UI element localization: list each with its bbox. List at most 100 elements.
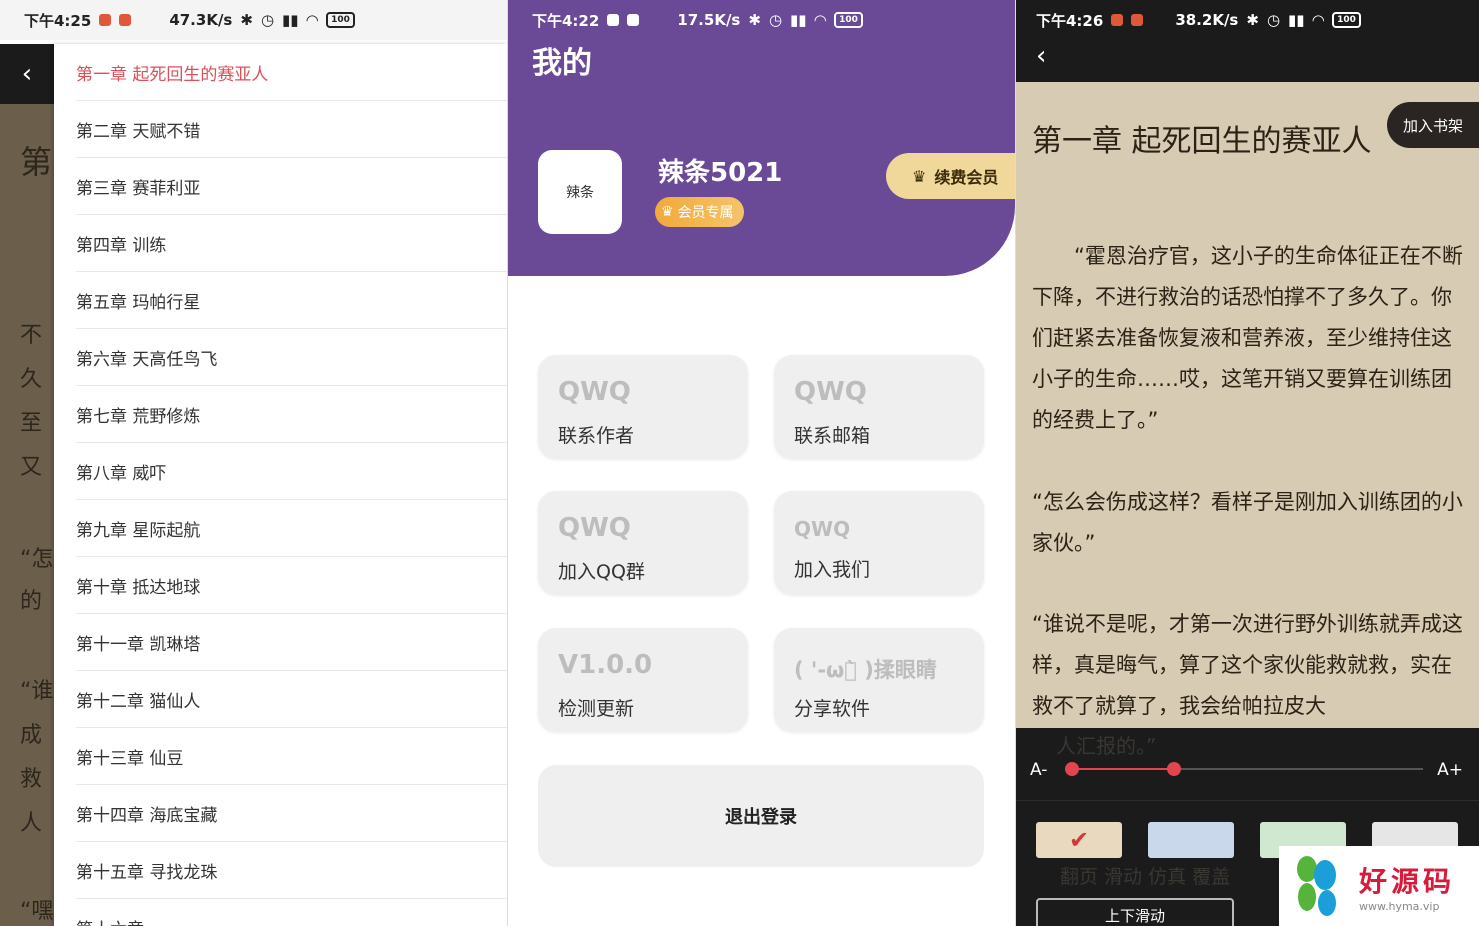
card-caption: ( '-ωก̀ )揉眼睛 bbox=[794, 658, 937, 682]
font-increase-button[interactable]: A+ bbox=[1437, 760, 1463, 780]
alarm-icon: ◷ bbox=[768, 11, 783, 29]
vip-badge-label: 会员专属 bbox=[677, 205, 734, 221]
chevron-left-icon: ‹ bbox=[21, 59, 33, 89]
signal-icon: ▮▮ bbox=[1288, 11, 1305, 29]
card-label: 加入我们 bbox=[794, 559, 871, 581]
join-us-card[interactable]: QWQ 加入我们 bbox=[774, 491, 984, 595]
vip-badge: ♛ 会员专属 bbox=[655, 197, 744, 227]
chapter-item[interactable]: 第四章 训练 bbox=[76, 215, 507, 272]
notification-icon bbox=[627, 14, 640, 26]
renew-label: 续费会员 bbox=[934, 168, 999, 187]
ghost-text: 成 bbox=[20, 723, 43, 748]
card-caption: QWQ bbox=[558, 377, 631, 407]
alarm-icon: ◷ bbox=[1266, 11, 1281, 29]
check-update-card[interactable]: V1.0.0 检测更新 bbox=[538, 628, 748, 732]
reader-background: ‹ 第 不 久 至 又 “怎 的 “谁 成 救 人 “嘿 bbox=[0, 44, 54, 926]
paragraph: “谁说不是呢，才第一次进行野外训练就弄成这样，真是晦气，算了这个家伙能救就救，实… bbox=[1032, 612, 1463, 718]
theme-swatch-blue[interactable] bbox=[1148, 822, 1234, 858]
chapter-item[interactable]: 第十三章 仙豆 bbox=[76, 728, 507, 785]
crown-icon: ♛ bbox=[661, 204, 674, 220]
card-label: 联系邮箱 bbox=[794, 425, 871, 447]
chapter-item[interactable]: 第十一章 凯琳塔 bbox=[76, 614, 507, 671]
chapter-item[interactable]: 第五章 玛帕行星 bbox=[76, 272, 507, 329]
slider-fill bbox=[1072, 768, 1174, 770]
back-button[interactable]: ‹ bbox=[1036, 41, 1046, 71]
paragraph: “怎么会伤成这样？看样子是刚加入训练团的小家伙。” bbox=[1032, 490, 1463, 555]
contact-author-card[interactable]: QWQ 联系作者 bbox=[538, 355, 748, 459]
watermark-brand: 好源码 bbox=[1359, 864, 1456, 898]
chapter-item[interactable]: 第九章 星际起航 bbox=[76, 500, 507, 557]
join-qq-group-card[interactable]: QWQ 加入QQ群 bbox=[538, 491, 748, 595]
net-speed: 47.3K/s bbox=[169, 11, 233, 29]
watermark-logo: 好源码 www.hyma.vip bbox=[1279, 846, 1479, 926]
check-icon: ✔ bbox=[1068, 826, 1090, 854]
card-label: 加入QQ群 bbox=[558, 561, 645, 583]
avatar[interactable]: 辣条 bbox=[538, 150, 622, 234]
share-app-card[interactable]: ( '-ωก̀ )揉眼睛 分享软件 bbox=[774, 628, 984, 732]
logout-button[interactable]: 退出登录 bbox=[538, 765, 984, 867]
battery-icon: 100 bbox=[834, 12, 863, 28]
divider bbox=[1016, 800, 1479, 801]
chapter-item-active[interactable]: 第一章 起死回生的赛亚人 bbox=[76, 44, 507, 101]
ghost-text: 至 bbox=[20, 411, 43, 436]
add-to-shelf-button[interactable]: 加入书架 bbox=[1387, 102, 1479, 148]
status-bar: 下午4:22 17.5K/s ✱ ◷ ▮▮ ◠ 100 bbox=[508, 0, 1015, 40]
card-label: 分享软件 bbox=[794, 698, 871, 720]
notification-icon bbox=[1111, 14, 1124, 26]
chapter-list: 第一章 起死回生的赛亚人 第二章 天赋不错 第三章 赛菲利亚 第四章 训练 第五章 玛帕… bbox=[54, 44, 507, 926]
font-decrease-button[interactable]: A- bbox=[1030, 760, 1047, 780]
status-time: 下午4:25 bbox=[24, 11, 92, 30]
chapter-item[interactable]: 第十二章 猫仙人 bbox=[76, 671, 507, 728]
battery-icon: 100 bbox=[326, 12, 355, 28]
chapter-item[interactable]: 第十五章 寻找龙珠 bbox=[76, 842, 507, 899]
chapter-title: 第一章 起死回生的赛亚人 bbox=[1032, 124, 1372, 159]
bluetooth-icon: ✱ bbox=[748, 11, 761, 29]
reading-page[interactable]: 第一章 起死回生的赛亚人 “霍恩治疗官，这小子的生命体征正在不断下降，不进行救治… bbox=[1016, 82, 1479, 728]
card-label: 联系作者 bbox=[558, 425, 635, 447]
username: 辣条5021 bbox=[658, 158, 783, 188]
bluetooth-icon: ✱ bbox=[1246, 11, 1259, 29]
chapter-item[interactable]: 第八章 威吓 bbox=[76, 443, 507, 500]
ghost-text: 人 bbox=[20, 811, 43, 836]
footprint-icon bbox=[1287, 853, 1349, 919]
chevron-left-icon: ‹ bbox=[1036, 41, 1047, 71]
ghost-text: 久 bbox=[20, 367, 43, 392]
net-speed: 17.5K/s bbox=[677, 11, 741, 29]
ghost-text: 的 bbox=[20, 589, 43, 614]
status-time: 下午4:22 bbox=[532, 11, 600, 30]
slider-knob[interactable] bbox=[1166, 762, 1181, 776]
signal-icon: ▮▮ bbox=[790, 11, 807, 29]
wifi-icon: ◠ bbox=[814, 11, 827, 29]
notification-icon bbox=[1131, 14, 1144, 26]
back-button[interactable]: ‹ bbox=[0, 44, 54, 104]
font-size-slider[interactable] bbox=[1065, 762, 1423, 776]
renew-membership-button[interactable]: ♛ 续费会员 bbox=[886, 153, 1015, 199]
scroll-mode-button[interactable]: 上下滑动 bbox=[1036, 898, 1234, 926]
ghost-text: 不 bbox=[20, 323, 43, 348]
chapter-item[interactable]: 第十章 抵达地球 bbox=[76, 557, 507, 614]
chapter-item[interactable]: 第七章 荒野修炼 bbox=[76, 386, 507, 443]
card-caption: QWQ bbox=[794, 517, 851, 541]
chapter-item[interactable]: 第二章 天赋不错 bbox=[76, 101, 507, 158]
ghost-text: 人汇报的。” bbox=[1056, 734, 1157, 758]
wifi-icon: ◠ bbox=[1312, 11, 1325, 29]
ghost-text: 救 bbox=[20, 767, 43, 792]
notification-icon bbox=[99, 14, 112, 26]
chapter-list-screen: 下午4:25 47.3K/s ✱ ◷ ▮▮ ◠ 100 ‹ 第 不 久 至 又 … bbox=[0, 0, 507, 926]
chapter-item[interactable]: 第十六章 …… bbox=[76, 899, 507, 926]
slider-start-knob bbox=[1065, 762, 1079, 776]
signal-icon: ▮▮ bbox=[282, 11, 299, 29]
reader-topbar: ‹ bbox=[1016, 30, 1479, 82]
status-bar: 下午4:25 47.3K/s ✱ ◷ ▮▮ ◠ 100 bbox=[0, 0, 507, 40]
card-caption: V1.0.0 bbox=[558, 650, 653, 680]
contact-email-card[interactable]: QWQ 联系邮箱 bbox=[774, 355, 984, 459]
net-speed: 38.2K/s bbox=[1175, 11, 1239, 29]
card-label: 检测更新 bbox=[558, 698, 635, 720]
chapter-item[interactable]: 第三章 赛菲利亚 bbox=[76, 158, 507, 215]
chapter-item[interactable]: 第六章 天高任鸟飞 bbox=[76, 329, 507, 386]
reader-screen: 下午4:26 38.2K/s ✱ ◷ ▮▮ ◠ 100 ‹ 第一章 起死回生的赛… bbox=[1016, 0, 1479, 926]
battery-icon: 100 bbox=[1332, 12, 1361, 28]
chapter-drawer: 第一章 起死回生的赛亚人 第二章 天赋不错 第三章 赛菲利亚 第四章 训练 第五章 玛帕… bbox=[54, 44, 507, 926]
chapter-item[interactable]: 第十四章 海底宝藏 bbox=[76, 785, 507, 842]
theme-swatch-beige[interactable]: ✔ bbox=[1036, 822, 1122, 858]
